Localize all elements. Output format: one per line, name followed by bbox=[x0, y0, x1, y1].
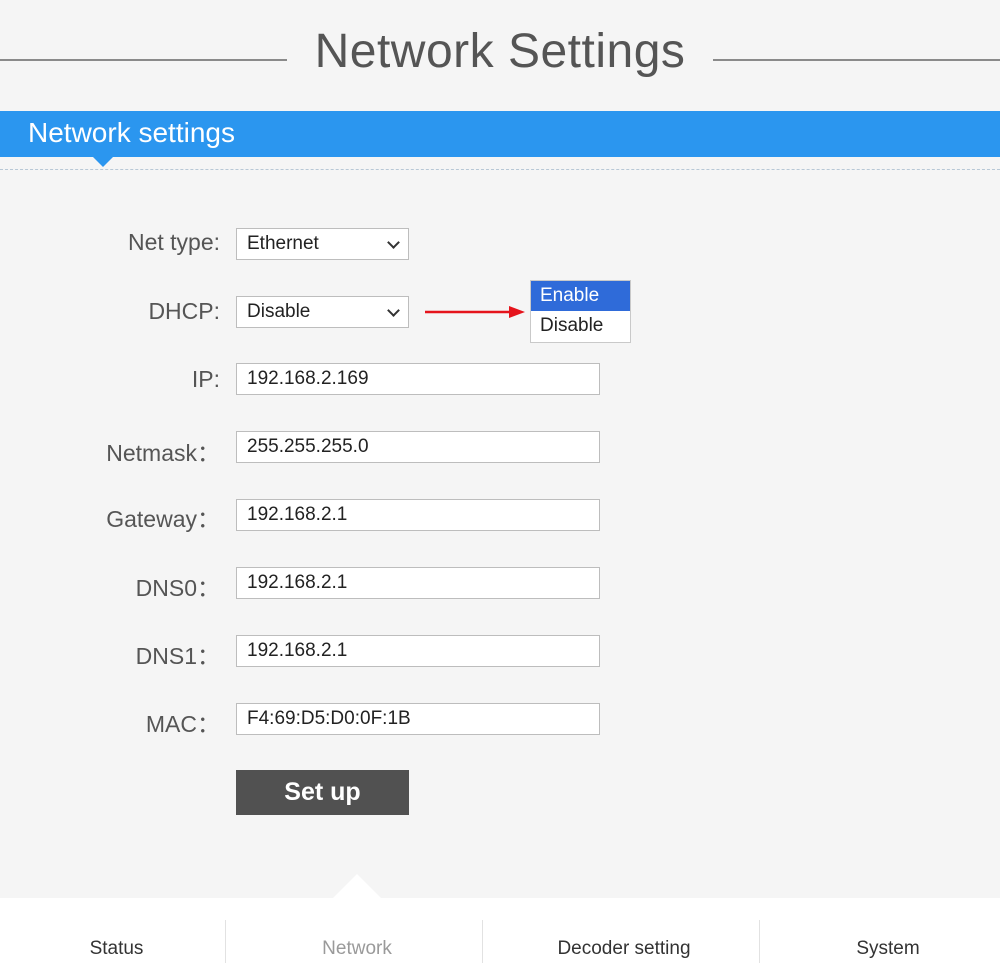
dns0-input[interactable]: 192.168.2.1 bbox=[236, 567, 600, 599]
netmask-value: 255.255.255.0 bbox=[247, 436, 369, 457]
dhcp-dropdown-list: Enable Disable bbox=[530, 280, 631, 343]
dhcp-label: DHCP: bbox=[148, 298, 220, 324]
section-divider bbox=[0, 169, 1000, 170]
gateway-label: Gateway： bbox=[106, 506, 220, 532]
bottom-nav: Status Network Decoder setting System bbox=[0, 898, 1000, 963]
dns1-label: DNS1： bbox=[135, 643, 220, 669]
netmask-input[interactable]: 255.255.255.0 bbox=[236, 431, 600, 463]
net-type-label: Net type: bbox=[127, 229, 220, 255]
nav-divider bbox=[482, 920, 483, 963]
header-rule-right bbox=[713, 59, 1000, 61]
nav-item-status[interactable]: Status bbox=[0, 938, 233, 960]
dns0-label: DNS0： bbox=[135, 575, 220, 601]
dns1-value: 192.168.2.1 bbox=[247, 640, 348, 661]
dns0-value: 192.168.2.1 bbox=[247, 572, 348, 593]
page-title: Network Settings bbox=[314, 25, 686, 78]
nav-divider bbox=[759, 920, 760, 963]
section-banner: Network settings bbox=[0, 111, 1000, 157]
dhcp-option-enable[interactable]: Enable bbox=[531, 281, 630, 311]
ip-label: IP: bbox=[191, 366, 220, 392]
gateway-input[interactable]: 192.168.2.1 bbox=[236, 499, 600, 531]
nav-active-pointer bbox=[333, 874, 381, 898]
ip-input[interactable]: 192.168.2.169 bbox=[236, 363, 600, 395]
nav-item-system[interactable]: System bbox=[776, 938, 1000, 960]
gateway-value: 192.168.2.1 bbox=[247, 504, 348, 525]
page-header: Network Settings bbox=[0, 0, 1000, 110]
mac-input[interactable]: F4:69:D5:D0:0F:1B bbox=[236, 703, 600, 735]
net-type-value: Ethernet bbox=[247, 233, 319, 254]
dns1-input[interactable]: 192.168.2.1 bbox=[236, 635, 600, 667]
red-arrow-icon bbox=[425, 306, 525, 318]
nav-item-network[interactable]: Network bbox=[236, 938, 478, 960]
setup-button[interactable]: Set up bbox=[236, 770, 409, 815]
net-type-select[interactable]: Ethernet bbox=[236, 228, 409, 260]
chevron-down-icon bbox=[387, 304, 400, 317]
mac-label: MAC： bbox=[145, 711, 220, 737]
dhcp-option-disable[interactable]: Disable bbox=[531, 311, 630, 341]
section-title: Network settings bbox=[28, 117, 235, 148]
dhcp-select[interactable]: Disable bbox=[236, 296, 409, 328]
dhcp-value: Disable bbox=[247, 301, 311, 322]
mac-value: F4:69:D5:D0:0F:1B bbox=[247, 708, 411, 729]
ip-value: 192.168.2.169 bbox=[247, 368, 369, 389]
banner-pointer bbox=[92, 156, 114, 167]
netmask-label: Netmask： bbox=[106, 440, 220, 466]
nav-divider bbox=[225, 920, 226, 963]
chevron-down-icon bbox=[387, 236, 400, 249]
nav-item-decoder-setting[interactable]: Decoder setting bbox=[490, 938, 758, 960]
